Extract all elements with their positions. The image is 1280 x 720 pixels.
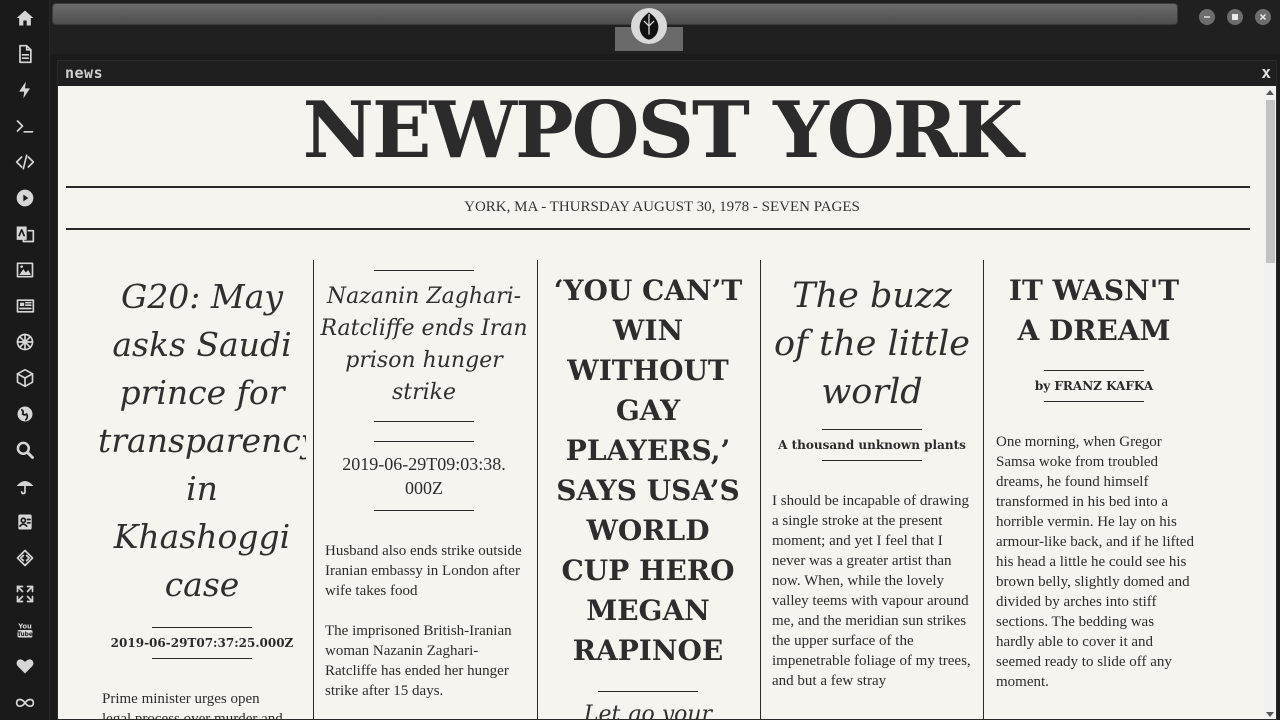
search-icon[interactable]: [0, 432, 50, 468]
divider: [374, 510, 474, 511]
article-headline[interactable]: It wasn't a dream: [994, 271, 1194, 351]
article-body: One morning, when Gregor Samsa woke from…: [996, 434, 1194, 690]
masthead: NEWPOST YORK: [302, 86, 1024, 176]
app-dock: You Tube: [0, 0, 50, 720]
newspaper-page: NEWPOST YORK YORK, MA - THURSDAY AUGUST …: [58, 86, 1266, 720]
article-headline[interactable]: ‘You can’t win without gay players,’ say…: [548, 271, 748, 671]
divider: [374, 270, 474, 271]
masthead-rule-bottom: [66, 228, 1250, 230]
news-window: news x NEWPOST YORK YORK, MA - THURSDAY …: [57, 60, 1277, 720]
article-column-3: ‘You can’t win without gay players,’ say…: [548, 261, 748, 720]
youtube-icon[interactable]: You Tube: [0, 612, 50, 648]
article-headline[interactable]: Nazanin Zaghari-Ratcliffe ends Iran pris…: [320, 281, 528, 409]
column-divider: [313, 260, 314, 719]
code-icon[interactable]: [0, 144, 50, 180]
dateline: YORK, MA - THURSDAY AUGUST 30, 1978 - SE…: [464, 199, 860, 215]
column-divider: [760, 260, 761, 719]
diamond-code-icon[interactable]: [0, 540, 50, 576]
divider: [598, 691, 698, 692]
scrollbar-thumb[interactable]: [1266, 100, 1275, 263]
article-summary: Husband also ends strike outside Iranian…: [325, 543, 522, 599]
close-icon[interactable]: x: [1261, 63, 1271, 82]
infinity-cloud-icon[interactable]: [0, 684, 50, 720]
window-title-bar[interactable]: news x: [58, 61, 1276, 86]
play-icon[interactable]: [0, 180, 50, 216]
image-icon[interactable]: [0, 252, 50, 288]
umbrella-icon[interactable]: [0, 468, 50, 504]
article-byline: by FRANZ KAFKA: [1034, 379, 1154, 393]
column-divider: [537, 260, 538, 719]
article-column-2: Nazanin Zaghari-Ratcliffe ends Iran pris…: [320, 261, 528, 719]
lightning-icon[interactable]: [0, 72, 50, 108]
heart-icon[interactable]: [0, 648, 50, 684]
svg-text:Tube: Tube: [17, 632, 33, 638]
document-icon[interactable]: [0, 36, 50, 72]
galactic-empire-icon[interactable]: [0, 324, 50, 360]
column-divider: [983, 260, 984, 719]
divider: [1044, 370, 1144, 371]
article-subhead: Let go your: [583, 702, 713, 720]
divider: [822, 460, 922, 461]
maximize-button[interactable]: [1227, 9, 1243, 25]
divider: [152, 627, 252, 628]
contact-card-icon[interactable]: [0, 504, 50, 540]
scroll-up-icon[interactable]: [1266, 90, 1274, 95]
divider: [1044, 401, 1144, 402]
window-title: news: [65, 64, 104, 82]
article-timestamp: 2019-06-29T09:03:38.000Z: [342, 454, 506, 498]
article-body: I should be incapable of drawing a singl…: [772, 493, 971, 689]
masthead-rule-top: [66, 186, 1250, 188]
article-column-1: G20: May asks Saudi prince for transpare…: [98, 261, 306, 720]
divider: [374, 441, 474, 442]
article-timestamp: 2019-06-29T07:37:25.000Z: [110, 636, 294, 650]
divider: [152, 658, 252, 659]
close-window-button[interactable]: [1255, 9, 1271, 25]
article-summary: Prime minister urges open legal process …: [102, 691, 283, 720]
terminal-icon[interactable]: [0, 108, 50, 144]
divider: [822, 429, 922, 430]
address-bar[interactable]: [52, 3, 1178, 25]
divider: [374, 421, 474, 422]
article-headline[interactable]: G20: May asks Saudi prince for transpare…: [98, 273, 306, 609]
globe-icon[interactable]: [0, 396, 50, 432]
article-body: The imprisoned British-Iranian woman Naz…: [325, 623, 512, 699]
article-kicker: A thousand unknown plants: [778, 438, 966, 452]
translate-icon[interactable]: [0, 216, 50, 252]
top-bar: [50, 0, 1280, 54]
vertical-scrollbar[interactable]: [1264, 86, 1276, 719]
svg-text:You: You: [17, 622, 32, 630]
scroll-down-icon[interactable]: [1266, 712, 1274, 717]
article-headline[interactable]: The buzz of the little world: [770, 272, 974, 416]
minimize-button[interactable]: [1199, 9, 1215, 25]
expand-icon[interactable]: [0, 576, 50, 612]
home-icon[interactable]: [0, 0, 50, 36]
article-column-4: The buzz of the little world A thousand …: [770, 261, 974, 719]
rebel-alliance-logo-icon[interactable]: [631, 8, 667, 44]
newspaper-icon[interactable]: [0, 288, 50, 324]
cube-icon[interactable]: [0, 360, 50, 396]
article-column-5: It wasn't a dream by FRANZ KAFKA One mor…: [994, 261, 1194, 719]
